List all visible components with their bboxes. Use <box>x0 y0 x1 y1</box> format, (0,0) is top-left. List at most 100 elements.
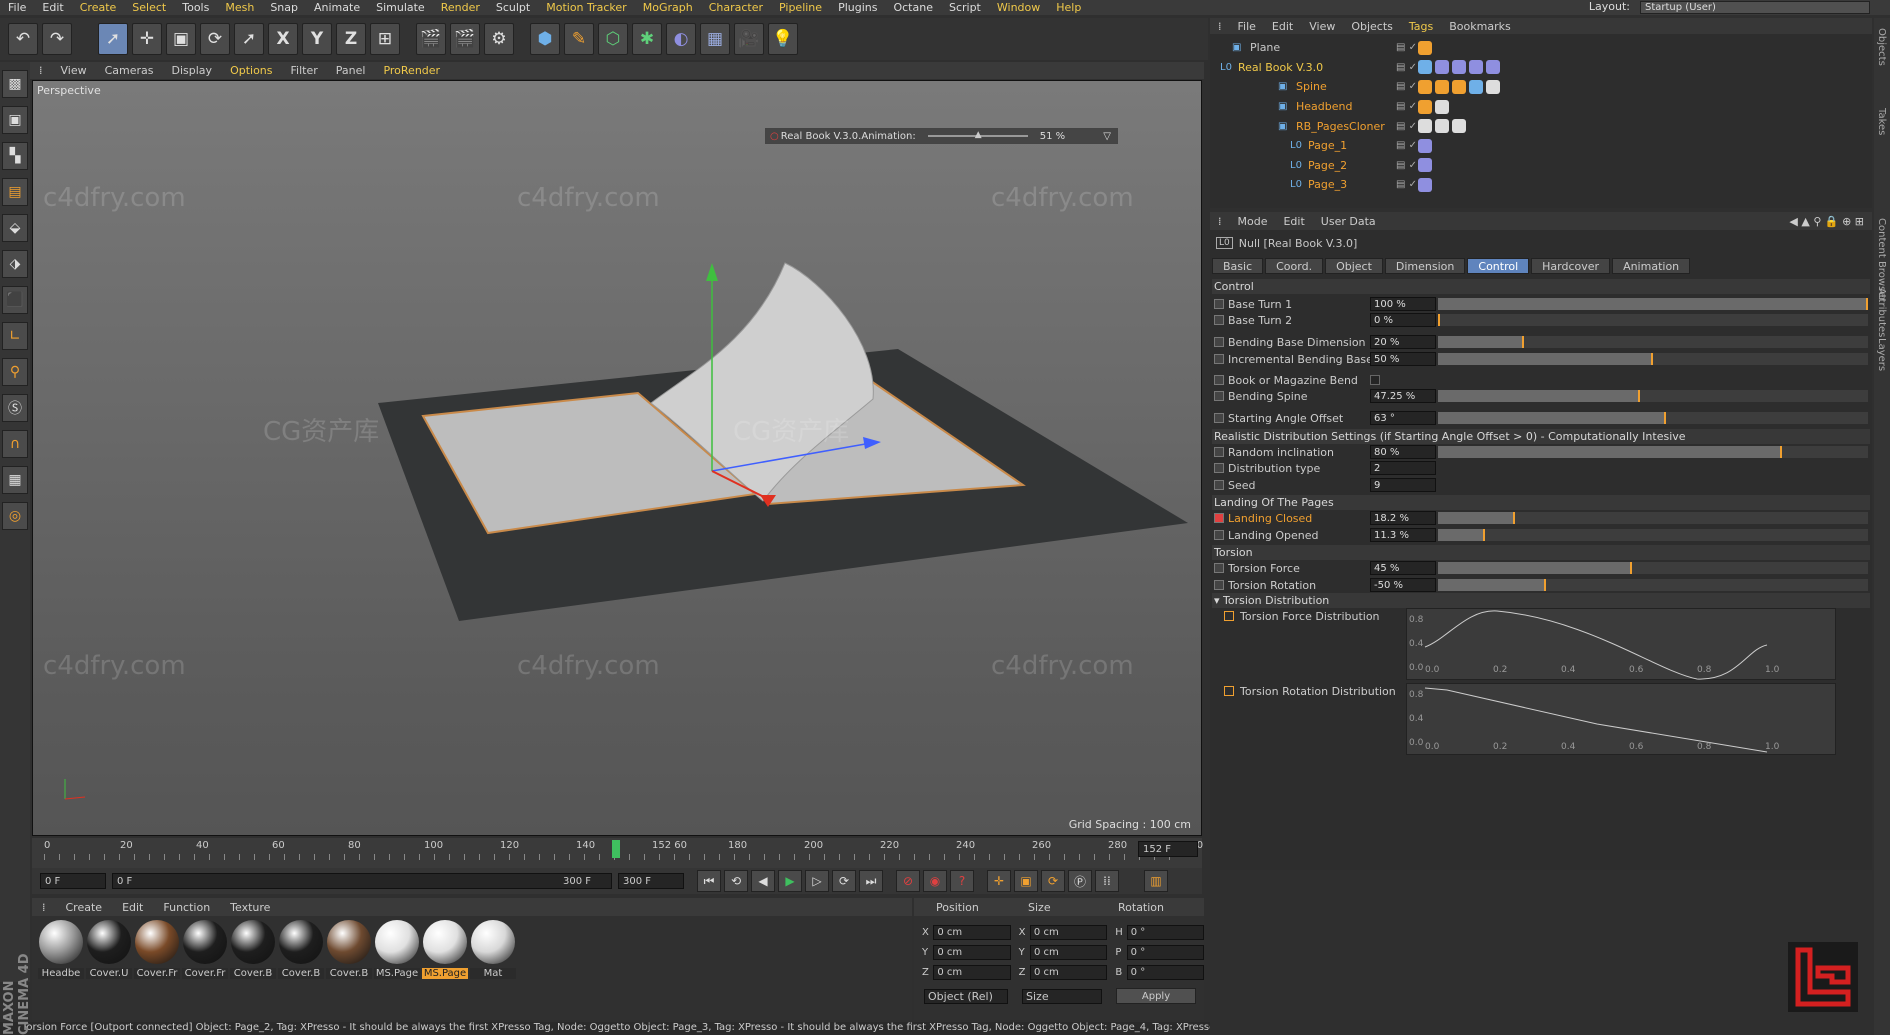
param-anim-icon[interactable] <box>1214 480 1224 490</box>
material-swatch[interactable]: Cover.Fr <box>182 916 228 979</box>
visibility-toggle[interactable]: ▤ ✓ <box>1396 121 1417 132</box>
object-name[interactable]: Headbend <box>1296 100 1352 113</box>
lock-workplane-button[interactable]: ▦ <box>2 466 28 494</box>
snap-button[interactable]: Ⓢ <box>2 394 28 422</box>
model-mode-button[interactable]: ▣ <box>2 106 28 134</box>
position-field[interactable]: 0 cm <box>933 924 1011 940</box>
param-value-field[interactable]: 0 % <box>1370 313 1436 327</box>
param-value-field[interactable]: -50 % <box>1370 578 1436 592</box>
param-slider[interactable] <box>1438 529 1868 541</box>
rotation-field[interactable]: 0 ° <box>1126 944 1205 960</box>
param-value-field[interactable]: 45 % <box>1370 561 1436 575</box>
param-slider[interactable] <box>1438 562 1868 574</box>
object-menu-bookmarks[interactable]: Bookmarks <box>1441 20 1518 33</box>
tag-icon[interactable] <box>1418 40 1432 55</box>
light-button[interactable]: 💡 <box>768 23 798 55</box>
spline-graph[interactable]: 0.8 0.4 0.0 0.0 0.2 0.4 0.6 0.8 1.0 <box>1406 683 1836 755</box>
tag-icon[interactable] <box>1486 79 1500 94</box>
y-axis-button[interactable]: Y <box>302 23 332 55</box>
visibility-toggle[interactable]: ▤ ✓ <box>1396 62 1417 73</box>
param-slider[interactable] <box>1438 446 1868 458</box>
go-to-end-button[interactable]: ⏭ <box>859 870 883 892</box>
size-mode-select[interactable]: Size <box>1022 988 1102 1004</box>
object-name[interactable]: Page_3 <box>1308 178 1347 191</box>
param-value-field[interactable]: 18.2 % <box>1370 511 1436 525</box>
tag-icon[interactable] <box>1418 60 1432 75</box>
param-value-field[interactable]: 63 ° <box>1370 411 1436 425</box>
texture-mode-button[interactable]: ▚ <box>2 142 28 170</box>
section-header[interactable]: ▾ Torsion Distribution <box>1212 593 1870 608</box>
object-menu-tags[interactable]: Tags <box>1401 20 1441 33</box>
param-slider[interactable] <box>1438 336 1868 348</box>
viewport[interactable]: Perspective ○ Real Book V.3.0.Animation:… <box>32 80 1202 836</box>
menu-item-help[interactable]: Help <box>1048 1 1089 14</box>
timeline-button[interactable]: ▥ <box>1144 870 1168 892</box>
deformer-button[interactable]: ◐ <box>666 23 696 55</box>
object-name[interactable]: Plane <box>1250 41 1280 54</box>
menu-item-octane[interactable]: Octane <box>885 1 941 14</box>
tag-icon[interactable] <box>1469 60 1483 75</box>
viewport-menu-filter[interactable]: Filter <box>282 64 327 77</box>
menu-item-character[interactable]: Character <box>701 1 771 14</box>
side-tab-objects[interactable]: Objects <box>1876 28 1887 66</box>
material-swatch[interactable]: Cover.B <box>230 916 276 979</box>
visibility-toggle[interactable]: ▤ ✓ <box>1396 160 1417 171</box>
param-anim-icon[interactable] <box>1214 299 1224 309</box>
attribute-menu-edit[interactable]: Edit <box>1275 215 1312 228</box>
param-anim-icon[interactable] <box>1214 375 1224 385</box>
menu-item-select[interactable]: Select <box>124 1 174 14</box>
param-slider[interactable] <box>1438 298 1868 310</box>
subdivision-button[interactable]: ⬡ <box>598 23 628 55</box>
tag-icon[interactable] <box>1435 79 1449 94</box>
section-header[interactable]: Torsion <box>1212 545 1870 560</box>
visibility-toggle[interactable]: ▤ ✓ <box>1396 81 1417 92</box>
play-button[interactable]: ▶ <box>778 870 802 892</box>
go-to-start-button[interactable]: ⏮ <box>697 870 721 892</box>
key-position-button[interactable]: ✛ <box>987 870 1011 892</box>
checkbox[interactable] <box>1370 375 1380 385</box>
x-axis-button[interactable]: X <box>268 23 298 55</box>
param-value-field[interactable]: 100 % <box>1370 297 1436 311</box>
menu-item-create[interactable]: Create <box>72 1 125 14</box>
tag-icon[interactable] <box>1418 138 1432 153</box>
position-field[interactable]: 0 cm <box>933 964 1011 980</box>
playhead[interactable] <box>611 840 620 858</box>
polygons-mode-button[interactable]: ⬛ <box>2 286 28 314</box>
visibility-toggle[interactable]: ▤ ✓ <box>1396 42 1417 53</box>
param-anim-icon[interactable] <box>1214 580 1224 590</box>
z-axis-button[interactable]: Z <box>336 23 366 55</box>
tag-icon[interactable] <box>1435 60 1449 75</box>
pen-button[interactable]: ✎ <box>564 23 594 55</box>
size-field[interactable]: 0 cm <box>1030 944 1108 960</box>
viewport-menu-options[interactable]: Options <box>221 64 281 77</box>
menu-item-mograph[interactable]: MoGraph <box>635 1 701 14</box>
tag-icon[interactable] <box>1452 60 1466 75</box>
camera-button[interactable]: 🎥 <box>734 23 764 55</box>
material-swatch[interactable]: Cover.B <box>278 916 324 979</box>
object-row[interactable]: ▣ Headbend ▤ ✓ <box>1210 97 1872 117</box>
render-picture-viewer-button[interactable]: 🎬 <box>450 23 480 55</box>
viewport-menu-cameras[interactable]: Cameras <box>96 64 163 77</box>
material-swatch[interactable]: Cover.B <box>326 916 372 979</box>
object-menu-edit[interactable]: Edit <box>1264 20 1301 33</box>
param-anim-icon[interactable] <box>1214 530 1224 540</box>
object-name[interactable]: RB_PagesCloner <box>1296 120 1385 133</box>
object-row[interactable]: ▣ RB_PagesCloner ▤ ✓ <box>1210 116 1872 136</box>
object-name[interactable]: Spine <box>1296 80 1327 93</box>
object-menu-file[interactable]: File <box>1230 20 1264 33</box>
param-anim-icon[interactable] <box>1214 513 1224 523</box>
previous-key-button[interactable]: ⟲ <box>724 870 748 892</box>
side-tab-attributes[interactable]: Attributes <box>1876 288 1887 337</box>
tag-icon[interactable] <box>1452 119 1466 134</box>
menu-item-snap[interactable]: Snap <box>262 1 306 14</box>
next-key-button[interactable]: ⟳ <box>832 870 856 892</box>
section-header[interactable]: Realistic Distribution Settings (if Star… <box>1212 429 1870 444</box>
object-row[interactable]: L0 Real Book V.3.0 ▤ ✓ <box>1210 58 1872 78</box>
scale-tool-button[interactable]: ▣ <box>166 23 196 55</box>
object-name[interactable]: Real Book V.3.0 <box>1238 61 1323 74</box>
param-value-field[interactable]: 80 % <box>1370 445 1436 459</box>
menu-item-mesh[interactable]: Mesh <box>217 1 262 14</box>
layout-select[interactable]: Startup (User) <box>1640 1 1870 14</box>
next-frame-button[interactable]: ▷ <box>805 870 829 892</box>
param-value-field[interactable]: 11.3 % <box>1370 528 1436 542</box>
